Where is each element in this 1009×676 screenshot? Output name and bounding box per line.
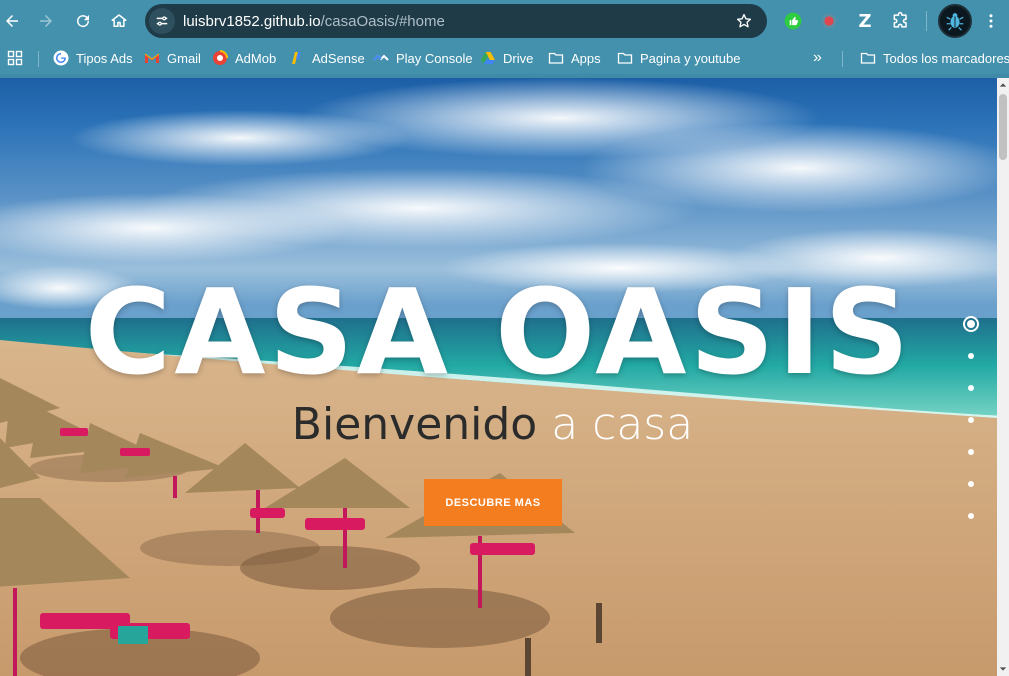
bookmark-label: AdMob [235, 50, 277, 66]
discover-more-button[interactable]: DESCUBRE MAS [424, 479, 562, 526]
bookmark-folder-apps[interactable]: Apps [548, 48, 601, 68]
bookmark-folder-pagina-youtube[interactable]: Pagina y youtube [617, 48, 740, 68]
puzzle-extensions-icon[interactable] [886, 6, 916, 36]
bookmarks-overflow-button[interactable]: » [813, 48, 822, 68]
url-host: luisbrv1852.github.io [183, 12, 321, 30]
section-nav-dot[interactable] [968, 449, 974, 455]
admob-icon [212, 50, 228, 66]
hero-section: CASA OASIS Bienvenido a casa DESCUBRE MA… [0, 78, 997, 676]
toolbar-divider [926, 11, 927, 31]
all-bookmarks-folder[interactable]: Todos los marcadores [860, 48, 1009, 68]
bookmark-drive[interactable]: Drive [480, 48, 533, 68]
bookmark-star-icon[interactable] [735, 12, 753, 30]
bookmarks-bar: Tipos Ads Gmail AdMob AdSense Play Conso… [0, 42, 1009, 74]
bookmarks-divider [842, 51, 843, 67]
address-bar[interactable]: luisbrv1852.github.io/casaOasis/#home [145, 4, 767, 38]
bookmark-tipos-ads[interactable]: Tipos Ads [53, 48, 133, 68]
bookmark-admob[interactable]: AdMob [212, 48, 276, 68]
adsense-icon [289, 50, 305, 66]
section-nav-dot[interactable] [968, 353, 974, 359]
all-bookmarks-label: Todos los marcadores [883, 50, 1009, 66]
section-nav-dot[interactable] [968, 513, 974, 519]
bookmark-label: Pagina y youtube [640, 50, 741, 66]
bookmark-adsense[interactable]: AdSense [289, 48, 365, 68]
bookmarks-divider [38, 51, 39, 67]
hero-title: CASA OASIS [84, 263, 913, 401]
page-scrollbar[interactable] [997, 78, 1009, 676]
bookmark-label: Drive [503, 50, 534, 66]
url-path: /casaOasis/#home [320, 12, 445, 30]
bookmark-label: Tipos Ads [76, 50, 133, 66]
kebab-menu-icon[interactable] [975, 5, 1007, 37]
bookmark-label: AdSense [312, 50, 365, 66]
page-viewport: CASA OASIS Bienvenido a casa DESCUBRE MA… [0, 78, 997, 676]
bookmark-label: Gmail [167, 50, 201, 66]
scroll-down-arrow-icon[interactable] [997, 662, 1009, 676]
forward-arrow-icon[interactable] [30, 5, 62, 37]
hero-subtitle: Bienvenido a casa [0, 403, 985, 447]
browser-toolbar: luisbrv1852.github.io/casaOasis/#home Z [0, 0, 1009, 42]
back-arrow-icon[interactable] [0, 5, 28, 37]
hero-subtitle-light: a casa [537, 399, 694, 450]
scroll-thumb[interactable] [999, 94, 1007, 160]
home-icon[interactable] [103, 5, 135, 37]
section-nav-dot[interactable] [968, 481, 974, 487]
bookmark-label: Play Console [396, 50, 473, 66]
google-icon [53, 50, 69, 66]
thumbs-up-extension-icon[interactable] [778, 6, 808, 36]
apps-grid-icon[interactable] [7, 48, 23, 68]
site-info-icon[interactable] [149, 8, 175, 34]
section-nav-dot[interactable] [963, 316, 979, 332]
section-nav-dot[interactable] [968, 417, 974, 423]
bookmark-gmail[interactable]: Gmail [144, 48, 201, 68]
profile-avatar[interactable] [938, 4, 972, 38]
z-extension-icon[interactable]: Z [850, 6, 880, 36]
scroll-up-arrow-icon[interactable] [997, 78, 1009, 92]
section-nav-dot[interactable] [968, 385, 974, 391]
bookmark-label: Apps [571, 50, 601, 66]
drive-icon [480, 50, 496, 66]
url-text: luisbrv1852.github.io/casaOasis/#home [183, 13, 445, 30]
record-extension-icon[interactable] [814, 6, 844, 36]
play-console-icon [373, 50, 389, 66]
folder-icon [548, 50, 564, 66]
hero-subtitle-dark: Bienvenido [291, 399, 538, 450]
bookmark-play-console[interactable]: Play Console [373, 48, 473, 68]
folder-icon [617, 50, 633, 66]
folder-icon [860, 50, 876, 66]
gmail-icon [144, 50, 160, 66]
reload-icon[interactable] [67, 5, 99, 37]
